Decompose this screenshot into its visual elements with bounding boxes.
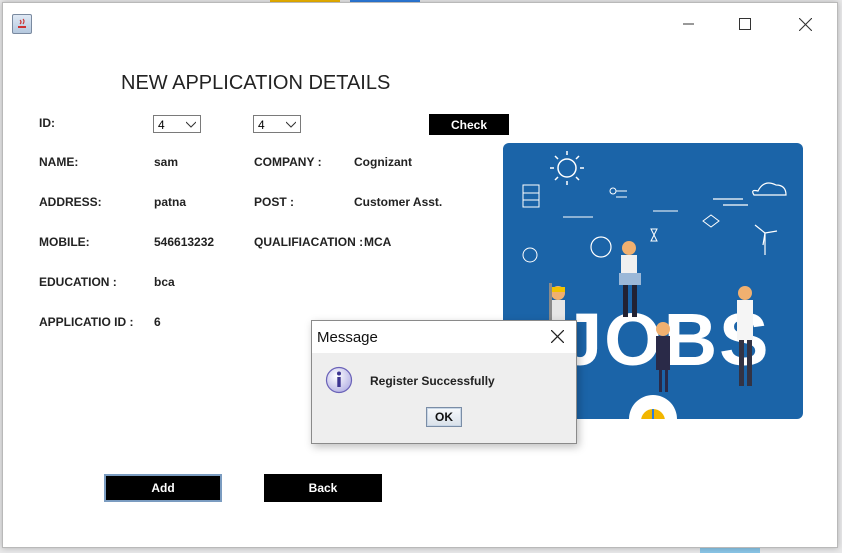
mobile-label: MOBILE:	[39, 235, 90, 249]
message-dialog: Message Register Successfully OK	[311, 320, 577, 444]
dialog-title-bar[interactable]: Message	[312, 321, 576, 353]
id-combo-1[interactable]: 4	[153, 115, 201, 133]
back-button[interactable]: Back	[264, 474, 382, 502]
page-title: NEW APPLICATION DETAILS	[121, 72, 391, 94]
id-combo-1-value: 4	[158, 118, 165, 132]
name-label: NAME:	[39, 155, 79, 169]
company-value: Cognizant	[354, 155, 412, 169]
chevron-down-icon	[286, 121, 296, 128]
close-window-button[interactable]	[785, 9, 825, 39]
application-id-value: 6	[154, 315, 161, 329]
education-value: bca	[154, 275, 175, 289]
add-button[interactable]: Add	[104, 474, 222, 502]
info-icon	[325, 366, 353, 394]
minimize-button[interactable]	[669, 9, 709, 39]
java-app-icon	[12, 14, 32, 34]
education-label: EDUCATION :	[39, 275, 117, 289]
title-bar[interactable]	[3, 3, 837, 43]
id-combo-2[interactable]: 4	[253, 115, 301, 133]
post-value: Customer Asst.	[354, 195, 443, 209]
id-combo-2-value: 4	[258, 118, 265, 132]
mobile-value: 546613232	[154, 235, 215, 249]
dialog-title: Message	[317, 329, 378, 346]
chevron-down-icon	[186, 121, 196, 128]
company-label: COMPANY :	[254, 155, 322, 169]
id-label: ID:	[39, 116, 55, 130]
check-button[interactable]: Check	[429, 114, 509, 135]
address-value: patna	[154, 195, 187, 209]
qualification-value: MCA	[364, 235, 392, 249]
dialog-message: Register Successfully	[370, 374, 495, 388]
close-icon[interactable]	[551, 330, 564, 343]
maximize-button[interactable]	[725, 9, 765, 39]
name-value: sam	[154, 155, 179, 169]
address-label: ADDRESS:	[39, 195, 102, 209]
ok-button[interactable]: OK	[426, 407, 462, 427]
post-label: POST :	[254, 195, 295, 209]
application-window: NEW APPLICATION DETAILS ID: 4 4 Check NA…	[2, 2, 838, 548]
qualification-label: QUALIFIACATION :	[254, 235, 364, 249]
application-id-label: APPLICATIO ID :	[39, 315, 134, 329]
